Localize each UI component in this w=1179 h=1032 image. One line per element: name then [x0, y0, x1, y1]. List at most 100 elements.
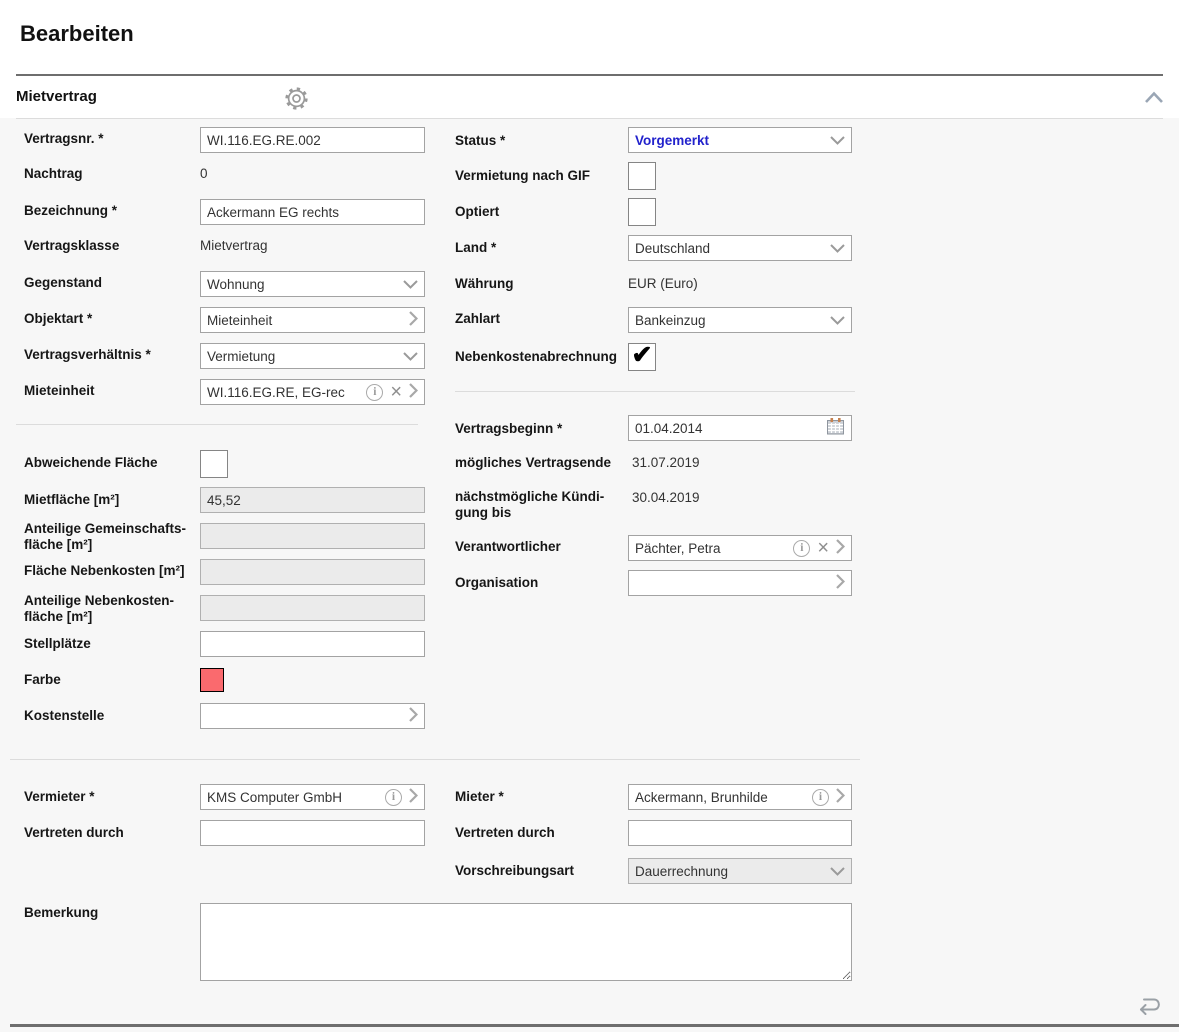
info-icon[interactable]: i: [385, 789, 402, 806]
chevron-right-icon[interactable]: [836, 574, 845, 592]
chevron-right-icon[interactable]: [409, 707, 418, 725]
mietflaeche-label: Mietfläche [m²]: [24, 492, 200, 508]
chevron-right-icon[interactable]: [409, 311, 418, 329]
vertreten-durch-vermieter-label: Vertreten durch: [24, 825, 200, 841]
bezeichnung-input[interactable]: [200, 199, 425, 225]
divider: [455, 391, 855, 392]
mieteinheit-label: Mieteinheit: [24, 383, 200, 399]
mieteinheit-value: WI.116.EG.RE, EG-rec: [207, 385, 362, 400]
clear-icon[interactable]: ×: [390, 382, 402, 402]
chevron-down-icon: [403, 349, 418, 364]
gegenstand-value: Wohnung: [207, 277, 399, 292]
kostenstelle-label: Kostenstelle: [24, 708, 200, 724]
anteilige-gemeinschaftsflaeche-label: Anteilige Gemeinschafts- fläche [m²]: [24, 521, 200, 553]
info-icon[interactable]: i: [366, 384, 383, 401]
mieter-lookup[interactable]: Ackermann, Brunhilde i: [628, 784, 852, 810]
status-select[interactable]: Vorgemerkt: [628, 127, 852, 153]
chevron-down-icon: [830, 241, 845, 256]
section-title-mietvertrag: Mietvertrag: [16, 88, 97, 105]
waehrung-label: Währung: [455, 276, 629, 292]
stellplaetze-input[interactable]: [200, 631, 425, 657]
nebenkostenabrechnung-label: Nebenkostenabrechnung: [455, 349, 629, 365]
gear-icon[interactable]: [283, 85, 310, 117]
clear-icon[interactable]: ×: [817, 538, 829, 558]
nebenkostenabrechnung-checkbox[interactable]: ✔: [628, 343, 656, 371]
optiert-checkbox[interactable]: [628, 198, 656, 226]
vertragsnr-input[interactable]: [200, 127, 425, 153]
vermieter-value: KMS Computer GmbH: [207, 790, 381, 805]
vertragsverhaeltnis-select[interactable]: Vermietung: [200, 343, 425, 369]
abweichende-flaeche-checkbox[interactable]: [200, 450, 228, 478]
bezeichnung-label: Bezeichnung *: [24, 203, 200, 219]
bemerkung-label: Bemerkung: [24, 905, 200, 921]
vorschreibungsart-value: Dauerrechnung: [635, 864, 826, 879]
status-value: Vorgemerkt: [635, 133, 826, 148]
info-icon[interactable]: i: [793, 540, 810, 557]
optiert-label: Optiert: [455, 204, 629, 220]
land-select[interactable]: Deutschland: [628, 235, 852, 261]
divider: [16, 74, 1163, 76]
divider: [16, 424, 418, 425]
anteilige-gemeinschaftsflaeche-field: [200, 523, 425, 549]
objektart-label: Objektart *: [24, 311, 200, 327]
farbe-label: Farbe: [24, 672, 200, 688]
vermieter-label: Vermieter *: [24, 789, 200, 805]
collapse-section-icon[interactable]: [1144, 91, 1164, 109]
zahlart-value: Bankeinzug: [635, 313, 826, 328]
zahlart-label: Zahlart: [455, 311, 629, 327]
flaeche-nebenkosten-label: Fläche Nebenkosten [m²]: [24, 563, 200, 579]
mieter-label: Mieter *: [455, 789, 629, 805]
objektart-field[interactable]: Mieteinheit: [200, 307, 425, 333]
edit-dialog: Bearbeiten Mietvertrag Vertragsnr. * Nac…: [0, 0, 1179, 1032]
chevron-down-icon: [830, 864, 845, 879]
chevron-right-icon[interactable]: [409, 788, 418, 806]
mieteinheit-lookup[interactable]: WI.116.EG.RE, EG-rec i ×: [200, 379, 425, 405]
chevron-down-icon: [830, 133, 845, 148]
info-icon[interactable]: i: [812, 789, 829, 806]
vertragsverhaeltnis-label: Vertragsverhältnis *: [24, 347, 200, 363]
moegliches-vertragsende-value: 31.07.2019: [632, 455, 700, 470]
verantwortlicher-lookup[interactable]: Pächter, Petra i ×: [628, 535, 852, 561]
flaeche-nebenkosten-field: [200, 559, 425, 585]
chevron-down-icon: [830, 313, 845, 328]
chevron-right-icon[interactable]: [409, 383, 418, 401]
gegenstand-select[interactable]: Wohnung: [200, 271, 425, 297]
mietflaeche-value: 45,52: [207, 493, 418, 508]
divider: [10, 759, 860, 760]
organisation-label: Organisation: [455, 575, 629, 591]
vermietung-nach-gif-checkbox[interactable]: [628, 162, 656, 190]
vertragsklasse-value: Mietvertrag: [200, 238, 268, 253]
page-title: Bearbeiten: [20, 21, 134, 47]
vertreten-durch-mieter-input[interactable]: [628, 820, 852, 846]
kostenstelle-field[interactable]: [200, 703, 425, 729]
vorschreibungsart-select: Dauerrechnung: [628, 858, 852, 884]
chevron-down-icon: [403, 277, 418, 292]
stellplaetze-label: Stellplätze: [24, 636, 200, 652]
chevron-right-icon[interactable]: [836, 539, 845, 557]
vertragsklasse-label: Vertragsklasse: [24, 238, 200, 254]
divider: [10, 1024, 1179, 1027]
verantwortlicher-value: Pächter, Petra: [635, 541, 789, 556]
nachtrag-label: Nachtrag: [24, 166, 200, 182]
organisation-field[interactable]: [628, 570, 852, 596]
vertragsbeginn-datefield[interactable]: [628, 415, 852, 441]
anteilige-nebenkostenflaeche-field: [200, 595, 425, 621]
calendar-icon[interactable]: [826, 417, 845, 439]
vermieter-lookup[interactable]: KMS Computer GmbH i: [200, 784, 425, 810]
vertragsbeginn-input[interactable]: [635, 421, 822, 436]
nachtrag-value: 0: [200, 166, 208, 181]
moegliches-vertragsende-label: mögliches Vertragsende: [455, 455, 629, 471]
vorschreibungsart-label: Vorschreibungsart: [455, 863, 629, 879]
farbe-swatch[interactable]: [200, 668, 224, 692]
waehrung-value: EUR (Euro): [628, 276, 698, 291]
vertreten-durch-mieter-label: Vertreten durch: [455, 825, 629, 841]
chevron-right-icon[interactable]: [836, 788, 845, 806]
status-label: Status *: [455, 133, 629, 149]
zahlart-select[interactable]: Bankeinzug: [628, 307, 852, 333]
bemerkung-textarea[interactable]: [200, 903, 852, 981]
divider: [16, 118, 1163, 119]
return-icon[interactable]: [1133, 993, 1165, 1023]
objektart-value: Mieteinheit: [207, 313, 405, 328]
header-strip: [0, 0, 1179, 118]
vertreten-durch-vermieter-input[interactable]: [200, 820, 425, 846]
